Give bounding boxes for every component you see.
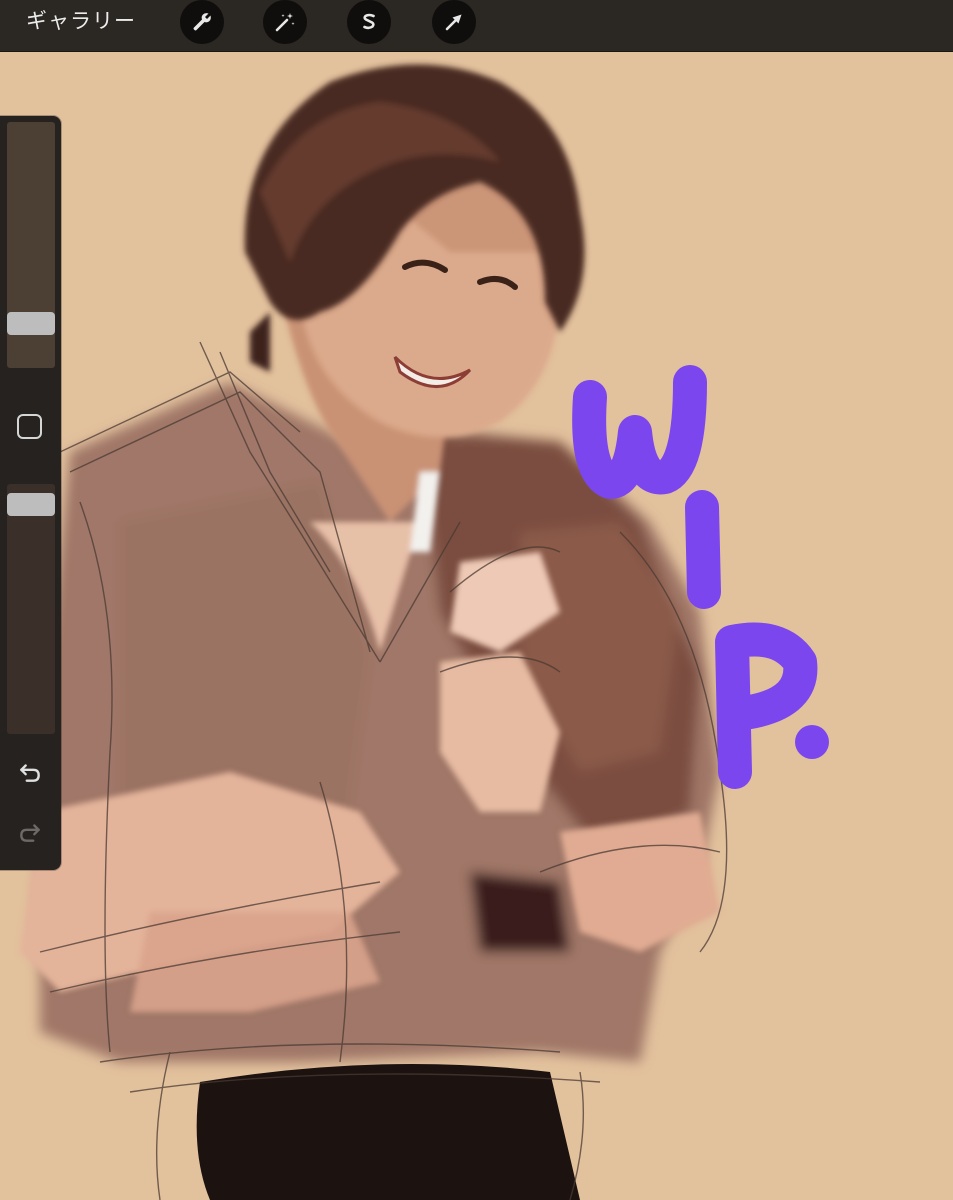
undo-button[interactable]	[14, 756, 46, 788]
redo-button[interactable]	[14, 816, 46, 848]
drawing-canvas[interactable]	[0, 52, 953, 1200]
transform-button[interactable]	[432, 0, 476, 44]
undo-icon	[20, 764, 40, 782]
gallery-button[interactable]: ギャラリー	[26, 6, 136, 36]
redo-icon	[20, 824, 40, 842]
brush-size-slider[interactable]	[7, 122, 55, 368]
wip-annotation-dot	[795, 725, 829, 759]
top-toolbar: ギャラリー	[0, 0, 953, 52]
wrench-icon	[193, 13, 211, 31]
actions-button[interactable]	[180, 0, 224, 44]
artwork	[0, 52, 953, 1200]
magic-wand-icon	[275, 13, 295, 32]
selection-s-icon	[363, 13, 375, 30]
brush-opacity-thumb[interactable]	[7, 493, 55, 516]
brush-size-thumb[interactable]	[7, 312, 55, 335]
modifier-button[interactable]	[17, 414, 42, 439]
adjustments-button[interactable]	[263, 0, 307, 44]
arrow-cursor-icon	[445, 14, 462, 31]
selection-button[interactable]	[347, 0, 391, 44]
brush-opacity-slider[interactable]	[7, 484, 55, 734]
brush-sidebar	[0, 116, 61, 870]
painted-skirt	[196, 1064, 580, 1200]
